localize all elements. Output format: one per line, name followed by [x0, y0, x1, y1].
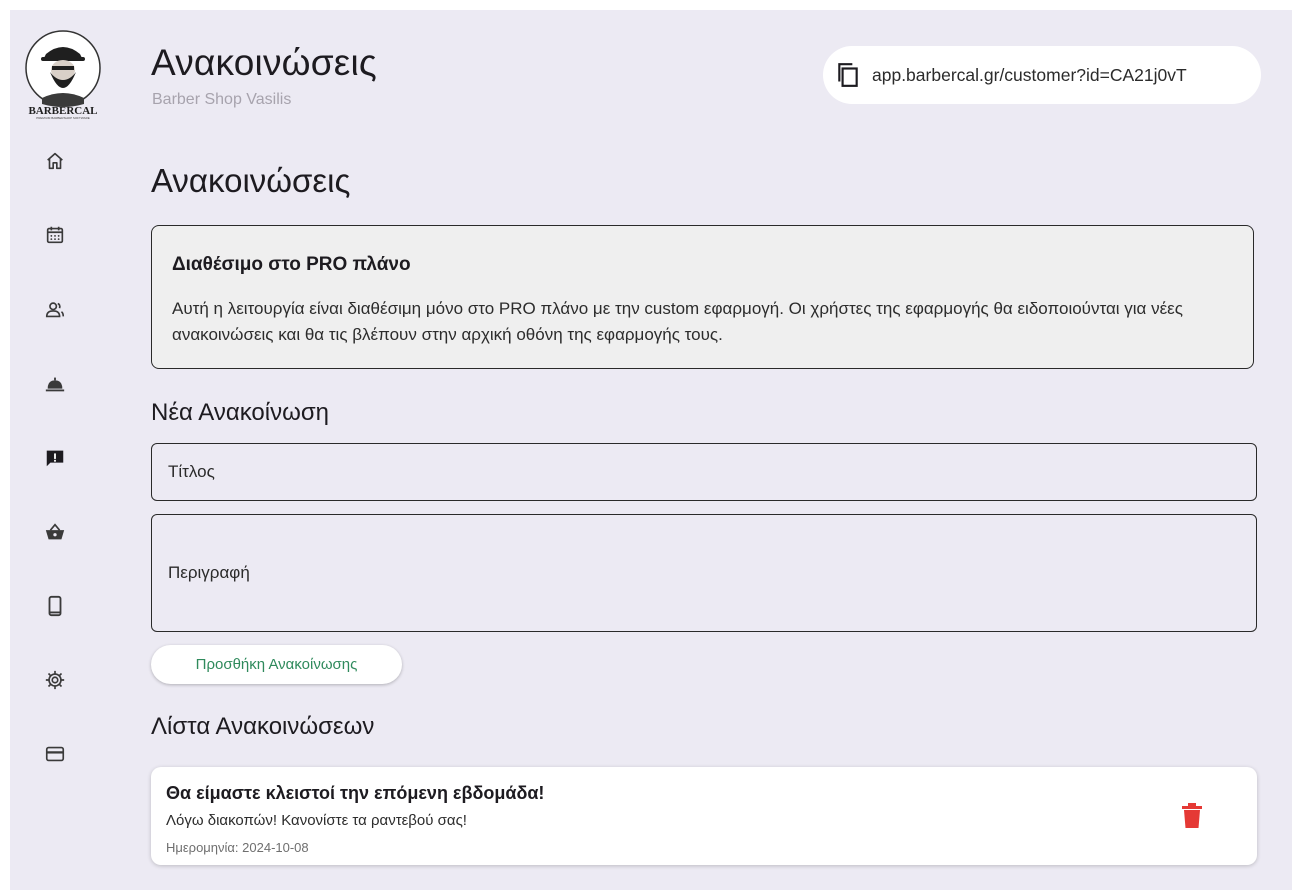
announcement-card: Θα είμαστε κλειστοί την επόμενη εβδομάδα… [151, 767, 1257, 865]
title-placeholder: Τίτλος [168, 462, 215, 481]
description-input[interactable]: Περιγραφή [151, 514, 1257, 632]
home-icon [47, 152, 63, 170]
services-icon [45, 377, 65, 392]
credit-card-icon [45, 746, 65, 762]
sidebar-item-services[interactable] [40, 369, 70, 399]
shop-name: Barber Shop Vasilis [152, 91, 292, 108]
sidebar-item-calendar[interactable] [40, 220, 70, 250]
calendar-icon [46, 226, 64, 244]
sidebar-item-shop[interactable] [40, 517, 70, 547]
customer-url-copy[interactable]: app.barbercal.gr/customer?id=CA21j0vT [823, 46, 1261, 104]
sidebar-item-home[interactable] [40, 146, 70, 176]
announcement-title: Θα είμαστε κλειστοί την επόμενη εβδομάδα… [166, 783, 545, 803]
smartphone-icon [48, 595, 62, 617]
brand-logo[interactable]: BARBERCAL PREMIUM BARBERSHOP SOFTWARE [24, 28, 102, 120]
pro-plan-notice: Διαθέσιμο στο PRO πλάνο Αυτή η λειτουργί… [151, 225, 1254, 369]
customers-icon [45, 302, 65, 318]
sidebar: BARBERCAL PREMIUM BARBERSHOP SOFTWARE [10, 10, 116, 890]
sidebar-item-announcements[interactable] [40, 443, 70, 473]
sidebar-item-billing[interactable] [40, 739, 70, 769]
new-announcement-heading: Νέα Ανακοίνωση [151, 399, 329, 426]
logo-tagline: PREMIUM BARBERSHOP SOFTWARE [36, 116, 90, 120]
basket-icon [45, 523, 65, 540]
sidebar-item-customers[interactable] [40, 295, 70, 325]
add-announcement-button[interactable]: Προσθήκη Ανακοίνωσης [151, 645, 402, 684]
header-title: Ανακοινώσεις [151, 42, 377, 83]
announcement-date: Ημερομηνία: 2024-10-08 [166, 840, 309, 855]
announcements-icon [46, 450, 64, 467]
gear-icon [45, 670, 65, 690]
delete-icon[interactable] [1181, 803, 1203, 829]
title-input[interactable]: Τίτλος [151, 443, 1257, 501]
notice-text: Αυτή η λειτουργία είναι διαθέσιμη μόνο σ… [172, 299, 1183, 344]
sidebar-item-settings[interactable] [40, 665, 70, 695]
page-title: Ανακοινώσεις [151, 162, 351, 199]
notice-title: Διαθέσιμο στο PRO πλάνο [172, 254, 411, 275]
description-placeholder: Περιγραφή [168, 563, 250, 582]
app-window: BARBERCAL PREMIUM BARBERSHOP SOFTWARE Αν… [10, 10, 1292, 890]
sidebar-item-mobile-app[interactable] [40, 591, 70, 621]
announcement-list-heading: Λίστα Ανακοινώσεων [151, 713, 375, 740]
copy-icon[interactable] [835, 62, 861, 88]
announcement-text: Λόγω διακοπών! Κανονίστε τα ραντεβού σας… [166, 812, 467, 829]
customer-url: app.barbercal.gr/customer?id=CA21j0vT [872, 65, 1187, 85]
